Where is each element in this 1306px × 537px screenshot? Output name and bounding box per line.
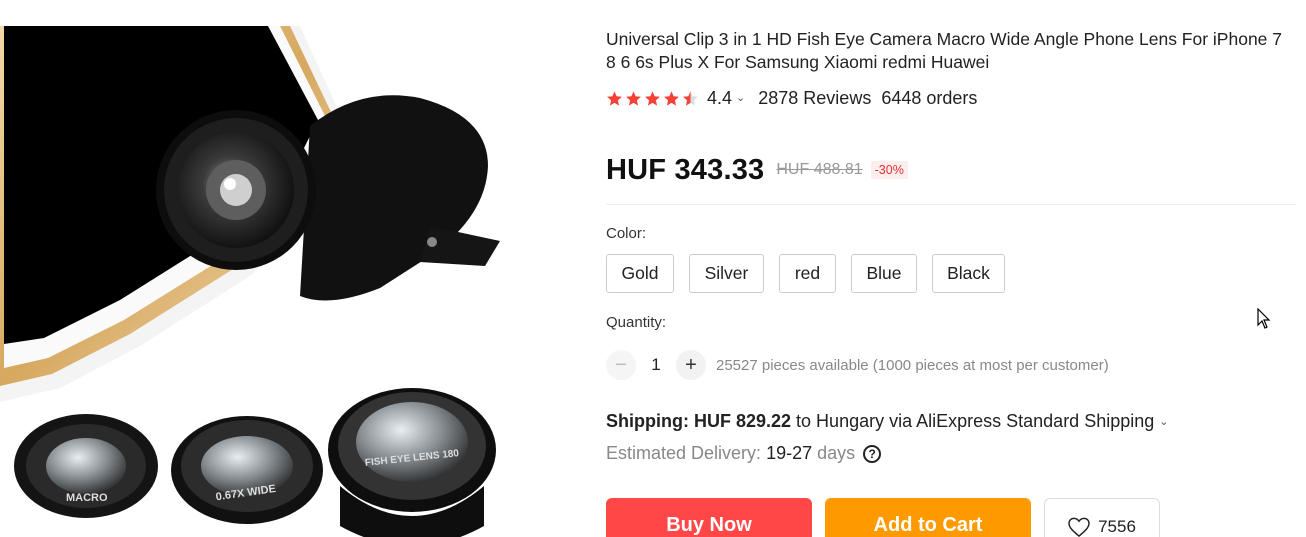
product-image[interactable]: MACRO 0.67X WIDE FISH EYE LENS 180: [0, 26, 560, 537]
plus-icon[interactable]: +: [676, 350, 706, 380]
quantity-stepper: − 1 + 25527 pieces available (1000 piece…: [606, 349, 1109, 381]
color-option-silver[interactable]: Silver: [689, 254, 764, 293]
heart-icon: [1068, 517, 1090, 537]
original-price: HUF 488.81: [776, 161, 863, 178]
minus-icon[interactable]: −: [606, 350, 636, 380]
buy-now-button[interactable]: Buy Now: [606, 498, 812, 537]
divider: [606, 204, 1296, 205]
half-star-icon: [683, 90, 698, 106]
help-icon[interactable]: ?: [863, 444, 882, 463]
color-option-blue[interactable]: Blue: [851, 254, 917, 293]
macro-lens-label: MACRO: [66, 492, 108, 504]
mouse-cursor-icon: [1257, 308, 1271, 329]
quantity-label: Quantity:: [606, 314, 667, 331]
shipping-cost: HUF 829.22: [693, 411, 792, 431]
discount-badge: -30%: [870, 161, 908, 179]
color-option-gold[interactable]: Gold: [606, 254, 674, 293]
orders-count: 6448 orders: [881, 87, 978, 108]
color-label: Color:: [606, 225, 647, 242]
delivery-unit: days: [817, 443, 856, 463]
delivery-dates: 19-27: [766, 443, 813, 463]
delivery-label: Estimated Delivery:: [606, 443, 762, 463]
rating-value[interactable]: 4.4: [707, 88, 732, 109]
shipping-destination[interactable]: to Hungary via AliExpress Standard Shipp…: [796, 411, 1154, 432]
star-icon: [607, 90, 622, 106]
rating-stars: [606, 90, 699, 107]
price-row: HUF 343.33 HUF 488.81 -30%: [606, 152, 908, 188]
product-title: Universal Clip 3 in 1 HD Fish Eye Camera…: [606, 29, 1283, 72]
add-to-cart-button[interactable]: Add to Cart: [825, 498, 1031, 537]
color-option-black[interactable]: Black: [932, 254, 1005, 293]
delivery-row: Estimated Delivery: 19-27 days ?: [606, 443, 882, 464]
wishlist-button[interactable]: 7556: [1044, 498, 1160, 537]
star-icon: [626, 90, 641, 106]
chevron-down-icon[interactable]: ⌄: [1159, 415, 1168, 428]
star-icon: [664, 90, 679, 106]
color-option-red[interactable]: red: [779, 254, 836, 293]
stock-available: 25527 pieces available (1000 pieces at m…: [716, 356, 1109, 374]
current-price: HUF 343.33: [606, 153, 765, 186]
color-options: Gold Silver red Blue Black: [606, 254, 1005, 293]
star-icon: [645, 90, 660, 106]
reviews-link[interactable]: 2878 Reviews: [758, 88, 871, 109]
quantity-value[interactable]: 1: [636, 355, 676, 375]
rating-row: 4.4 ⌄ 2878 Reviews 6448 orders: [606, 86, 977, 110]
shipping-label: Shipping:: [606, 411, 689, 431]
product-photo: MACRO 0.67X WIDE FISH EYE LENS 180: [0, 26, 500, 537]
shipping-row[interactable]: Shipping: HUF 829.22 to Hungary via AliE…: [606, 411, 1168, 432]
chevron-down-icon[interactable]: ⌄: [736, 91, 745, 104]
wishlist-count: 7556: [1098, 517, 1136, 536]
